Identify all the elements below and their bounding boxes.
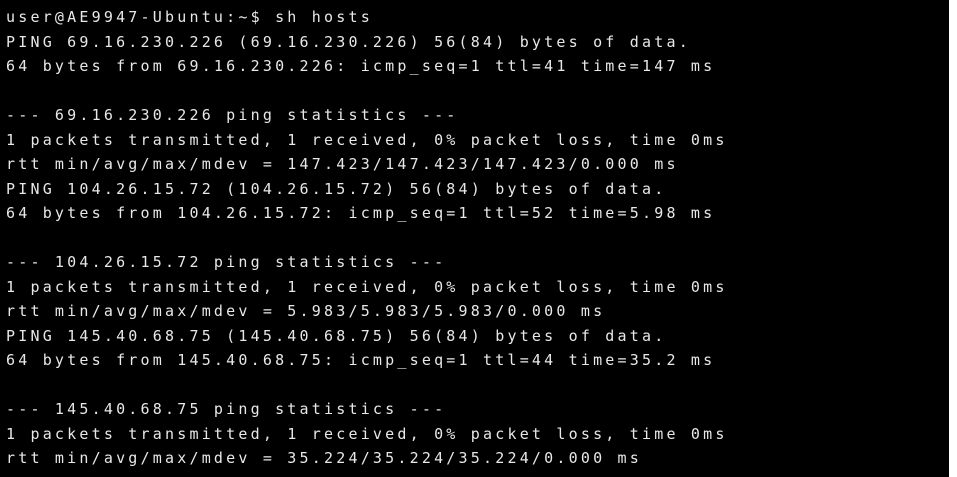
terminal-output-line: 1 packets transmitted, 1 received, 0% pa… xyxy=(6,130,728,149)
terminal-output-line: PING 69.16.230.226 (69.16.230.226) 56(84… xyxy=(6,32,691,51)
terminal-output-line: PING 145.40.68.75 (145.40.68.75) 56(84) … xyxy=(6,326,667,345)
terminal-prompt-line: user@AE9947-Ubuntu:~$ sh hosts xyxy=(6,8,373,26)
terminal-output-line: --- 69.16.230.226 ping statistics --- xyxy=(6,106,459,124)
terminal-output-line: 64 bytes from 145.40.68.75: icmp_seq=1 t… xyxy=(6,351,716,369)
terminal-output-line: --- 145.40.68.75 ping statistics --- xyxy=(6,400,447,418)
terminal-output-line: rtt min/avg/max/mdev = 147.423/147.423/1… xyxy=(6,155,679,173)
terminal-output-line: --- 104.26.15.72 ping statistics --- xyxy=(6,253,447,271)
terminal-output-line: rtt min/avg/max/mdev = 5.983/5.983/5.983… xyxy=(6,302,606,320)
terminal-output-line: rtt min/avg/max/mdev = 35.224/35.224/35.… xyxy=(6,449,642,467)
terminal-output-line: 64 bytes from 69.16.230.226: icmp_seq=1 … xyxy=(6,57,716,75)
terminal-output-line: PING 104.26.15.72 (104.26.15.72) 56(84) … xyxy=(6,179,667,198)
terminal-window[interactable]: user@AE9947-Ubuntu:~$ sh hosts PING 69.1… xyxy=(0,0,949,477)
terminal-output-line: 64 bytes from 104.26.15.72: icmp_seq=1 t… xyxy=(6,204,716,222)
terminal-output-line: 1 packets transmitted, 1 received, 0% pa… xyxy=(6,424,728,443)
terminal-output-line: 1 packets transmitted, 1 received, 0% pa… xyxy=(6,277,728,296)
